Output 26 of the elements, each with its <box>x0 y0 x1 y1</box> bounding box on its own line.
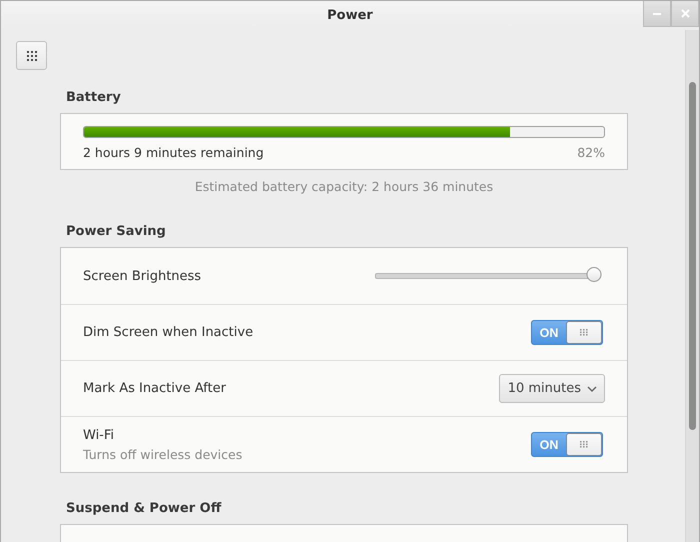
scrollbar[interactable] <box>685 30 699 542</box>
slider-thumb[interactable] <box>586 267 602 282</box>
toggle-switch[interactable]: ON <box>531 432 603 457</box>
setting-label: Mark As Inactive After <box>83 381 226 396</box>
battery-percent: 82% <box>577 145 605 160</box>
setting-label: Dim Screen when Inactive <box>83 325 254 340</box>
close-icon <box>680 9 690 18</box>
capacity-text: Estimated battery capacity: 2 hours 36 minutes <box>194 179 494 194</box>
setting-label: Wi-Fi <box>83 428 116 442</box>
minimize-icon <box>653 12 661 14</box>
dropdown-button[interactable]: 10 minutes <box>498 374 605 403</box>
setting-subtitle: Turns off wireless devices <box>83 446 242 462</box>
all-settings-button[interactable] <box>16 41 47 70</box>
section-heading: Power Saving <box>66 224 167 239</box>
time-remaining: 2 hours 9 minutes remaining <box>83 145 264 160</box>
minimize-button[interactable] <box>643 1 671 27</box>
close-button[interactable] <box>671 1 699 27</box>
setting-label: Screen Brightness <box>83 268 202 284</box>
section-heading: Suspend & Power Off <box>66 501 222 516</box>
grip-icon <box>580 441 588 448</box>
toggle-switch[interactable]: ON <box>531 320 603 345</box>
grip-icon <box>580 329 588 336</box>
window-title: Power <box>327 8 373 23</box>
grid-icon <box>26 50 36 60</box>
section-heading: Battery <box>66 90 122 105</box>
chevron-down-icon <box>587 386 597 392</box>
